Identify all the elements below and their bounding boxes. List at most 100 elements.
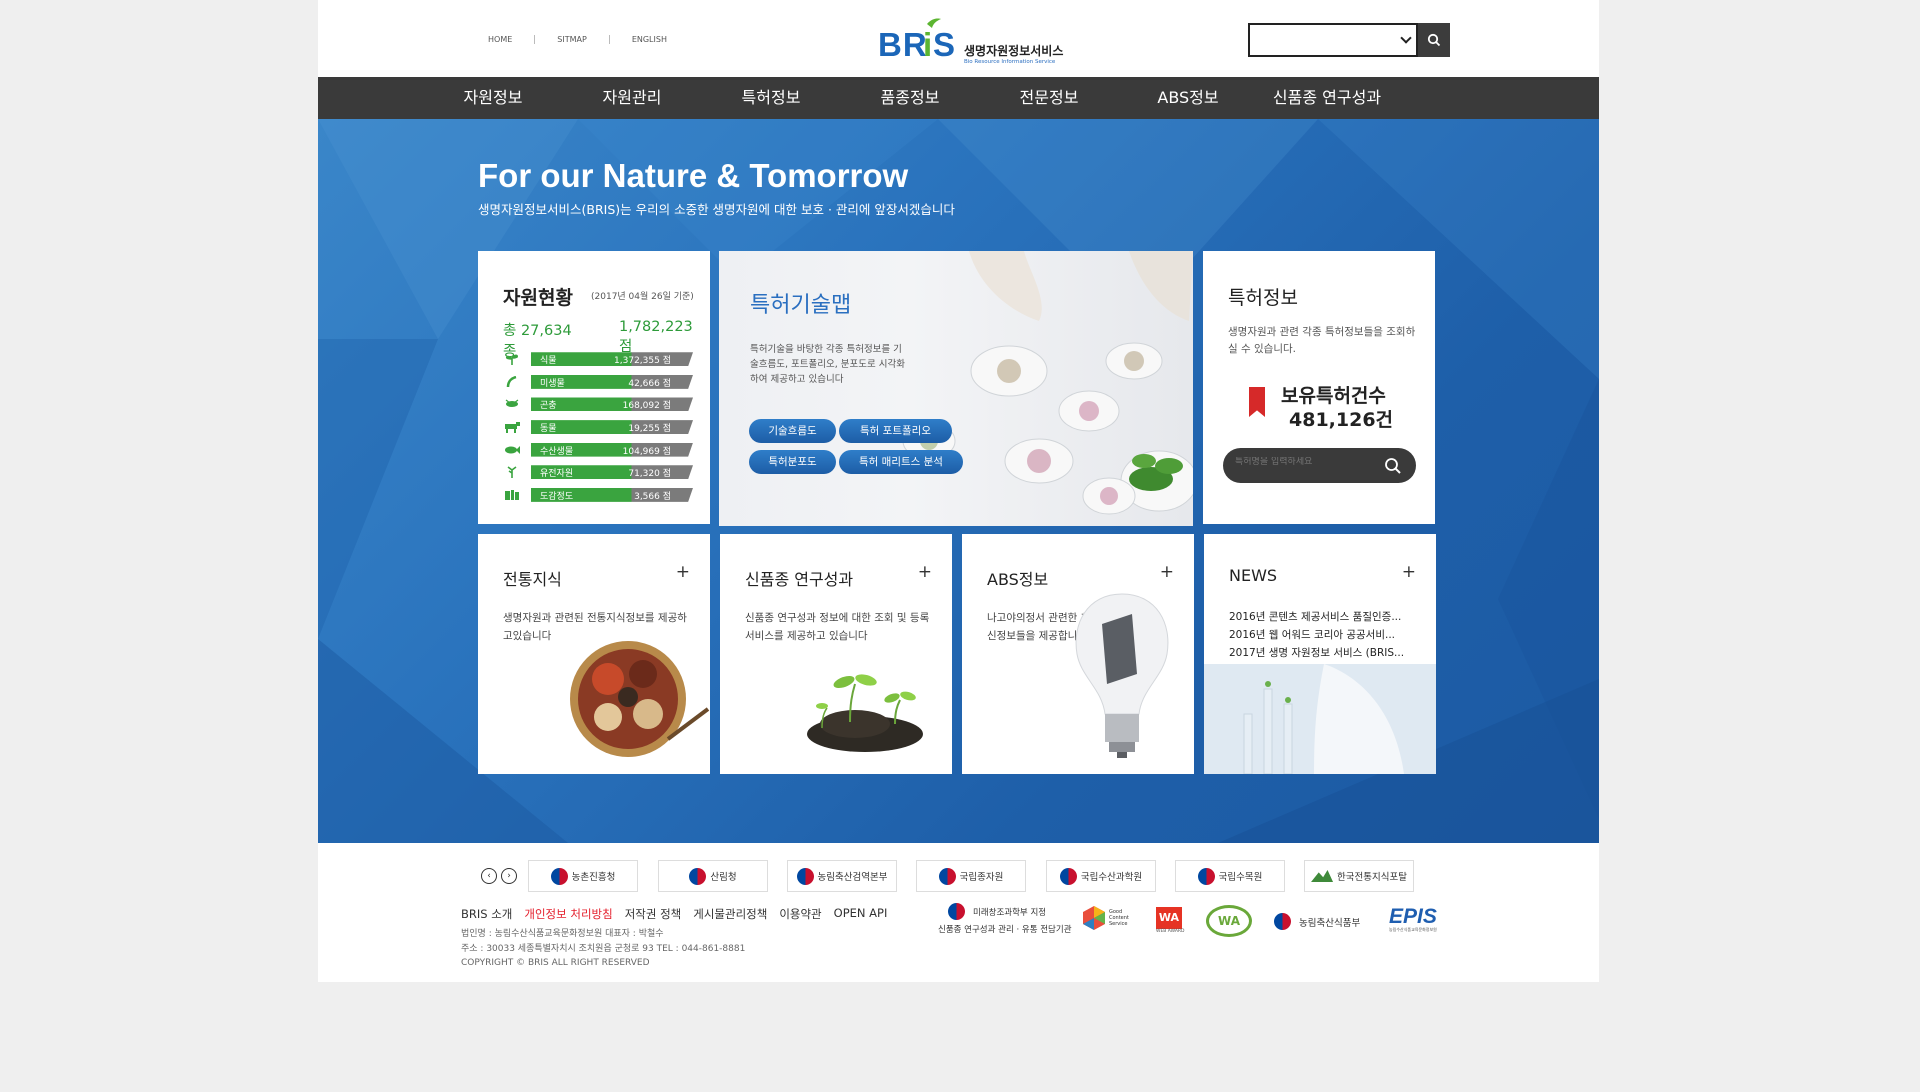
taegeuk-icon — [796, 867, 814, 885]
footer-info: 법인명 : 농림수산식품교육문화정보원 대표자 : 박철수 주소 : 30033… — [461, 927, 745, 971]
copyright-link[interactable]: 저작권 정책 — [625, 906, 682, 922]
search-button[interactable] — [1418, 23, 1450, 57]
taegeuk-icon — [1059, 867, 1077, 885]
partner-logo[interactable]: 한국전통지식포탈 — [1304, 860, 1414, 892]
patent-info-desc: 생명자원과 관련 각종 특허정보들을 조회하실 수 있습니다. — [1228, 326, 1416, 355]
taegeuk-icon — [948, 903, 965, 920]
wa-cert-badge: WA — [1206, 905, 1252, 937]
fish-icon — [503, 444, 521, 456]
main-nav: 자원정보 자원관리 특허정보 품종정보 전문정보 ABS정보 신품종 연구성과 — [318, 77, 1599, 119]
patent-count: 481,126건 — [1289, 409, 1394, 431]
patent-distribution-button[interactable]: 특허분포도 — [749, 450, 836, 474]
news-list: 2016년 콘텐츠 제공서비스 품질인증... 2016년 웹 어워드 코리아 … — [1229, 608, 1404, 662]
open-api-link[interactable]: OPEN API — [834, 906, 888, 922]
resource-label: 미생물 — [540, 378, 565, 389]
search-select[interactable] — [1248, 23, 1418, 57]
taegeuk-icon — [1274, 913, 1291, 930]
english-link[interactable]: ENGLISH — [632, 35, 667, 44]
nav-item-expert[interactable]: 전문정보 — [974, 77, 1124, 119]
plant-icon — [503, 353, 521, 366]
chevron-left-icon[interactable]: ‹ — [481, 868, 497, 884]
search-icon[interactable] — [1384, 457, 1402, 475]
list-item[interactable]: 도감정도 3,566 점 — [503, 484, 693, 507]
top-links: HOME SITMAP ENGLISH — [488, 35, 667, 44]
list-item[interactable]: 식물 1,372,355 점 — [503, 348, 693, 371]
plus-icon[interactable]: + — [676, 562, 690, 582]
list-item[interactable]: 유전자원 71,320 점 — [503, 461, 693, 484]
logo-mark: BR i S — [878, 18, 955, 63]
partner-logo[interactable]: 농림축산검역본부 — [787, 860, 897, 892]
patent-search-input[interactable] — [1235, 457, 1385, 467]
about-link[interactable]: BRIS 소개 — [461, 906, 512, 922]
svg-text:i: i — [923, 26, 933, 60]
resource-label: 동물 — [540, 424, 557, 435]
partner-logo[interactable]: 국립종자원 — [916, 860, 1026, 892]
patent-search-box — [1223, 448, 1416, 483]
abs-info-card[interactable]: ABS정보 + 나고야의정서 관련한 최신정보들을 제공합니다 — [962, 534, 1194, 774]
plus-icon[interactable]: + — [918, 562, 932, 582]
resource-value: 168,092 점 — [622, 401, 671, 412]
site-logo[interactable]: BR i S 생명자원정보서비스 Bio Resource Informatio… — [878, 18, 1063, 69]
nav-item-patent[interactable]: 특허정보 — [696, 77, 846, 119]
logo-english: Bio Resource Information Service — [964, 59, 1056, 65]
traditional-knowledge-card[interactable]: 전통지식 + 생명자원과 관련된 전통지식정보를 제공하고있습니다 — [478, 534, 710, 774]
resource-value: 19,255 점 — [628, 424, 671, 435]
new-variety-card[interactable]: 신품종 연구성과 + 신품종 연구성과 정보에 대한 조회 및 등록서비스를 제… — [720, 534, 952, 774]
card-title: ABS정보 — [987, 570, 1049, 589]
card-title: 전통지식 — [503, 570, 562, 589]
news-item[interactable]: 2016년 웹 어워드 코리아 공공서비... — [1229, 626, 1404, 644]
plus-icon[interactable]: + — [1402, 562, 1416, 582]
news-item[interactable]: 2017년 생명 자원정보 서비스 (BRIS... — [1229, 644, 1404, 662]
lab-scene-image — [1204, 664, 1436, 774]
news-card[interactable]: NEWS + 2016년 콘텐츠 제공서비스 품질인증... 2016년 웹 어… — [1204, 534, 1436, 774]
nav-item-resource-info[interactable]: 자원정보 — [418, 77, 568, 119]
partner-logo[interactable]: 농촌진흥청 — [528, 860, 638, 892]
chevron-right-icon[interactable]: › — [501, 868, 517, 884]
address-info: 주소 : 30033 세종특별자치시 조치원읍 군청로 93 TEL : 044… — [461, 943, 746, 954]
nav-item-new-variety[interactable]: 신품종 연구성과 — [1252, 77, 1402, 119]
nav-item-resource-mgmt[interactable]: 자원관리 — [557, 77, 707, 119]
copyright-text: COPYRIGHT © BRIS ALL RIGHT RESERVED — [461, 958, 650, 968]
resource-label: 식물 — [540, 356, 557, 367]
news-item[interactable]: 2016년 콘텐츠 제공서비스 품질인증... — [1229, 608, 1404, 626]
list-item[interactable]: 동물 19,255 점 — [503, 416, 693, 439]
sitemap-link[interactable]: SITMAP — [557, 35, 587, 44]
patent-map-card[interactable]: 특허기술맵 특허기술을 바탕한 각종 특허정보를 기술흐름도, 포트폴리오, 분… — [719, 251, 1193, 526]
taegeuk-icon — [938, 867, 956, 885]
taegeuk-icon — [689, 867, 707, 885]
nav-item-variety[interactable]: 품종정보 — [835, 77, 985, 119]
list-item[interactable]: 수산생물 104,969 점 — [503, 438, 693, 461]
site-container: HOME SITMAP ENGLISH BR i S 생명자원정보서비스 Bio… — [318, 0, 1599, 982]
gene-icon — [503, 466, 521, 479]
taegeuk-icon — [550, 867, 568, 885]
terms-link[interactable]: 이용약관 — [779, 906, 821, 922]
partner-logo[interactable]: 산림청 — [658, 860, 768, 892]
privacy-link[interactable]: 개인정보 처리방침 — [524, 906, 612, 922]
footer-links: BRIS 소개 개인정보 처리방침 저작권 정책 게시물관리정책 이용약관 OP… — [461, 906, 887, 922]
patent-map-desc: 특허기술을 바탕한 각종 특허정보를 기술흐름도, 포트폴리오, 분포도로 시각… — [750, 344, 905, 385]
patent-merits-button[interactable]: 특허 매리트스 분석 — [839, 450, 963, 474]
divider — [608, 35, 610, 44]
partner-logo[interactable]: 국립수목원 — [1175, 860, 1285, 892]
good-content-icon — [1083, 906, 1105, 930]
post-policy-link[interactable]: 게시물관리정책 — [693, 906, 767, 922]
taegeuk-icon — [1197, 867, 1215, 885]
list-item[interactable]: 미생물 42,666 점 — [503, 371, 693, 394]
divider — [534, 35, 536, 44]
tech-flow-button[interactable]: 기술흐름도 — [749, 419, 836, 443]
patent-count-label: 보유특허건수 — [1281, 385, 1386, 407]
partner-logo[interactable]: 국립수산과학원 — [1046, 860, 1156, 892]
home-link[interactable]: HOME — [488, 35, 512, 44]
resource-value: 42,666 점 — [628, 378, 671, 389]
resource-status-date: (2017년 04월 26일 기준) — [591, 292, 694, 302]
card-desc: 신품종 연구성과 정보에 대한 조회 및 등록서비스를 제공하고 있습니다 — [745, 612, 930, 642]
list-item[interactable]: 곤충 168,092 점 — [503, 393, 693, 416]
footer: ‹ › 농촌진흥청 산림청 농림축산검역본부 국립종자원 국립수산과학원 국립수… — [318, 843, 1599, 982]
patent-portfolio-button[interactable]: 특허 포트폴리오 — [839, 419, 952, 443]
designation-badge: 미래창조과학부 지정 신품종 연구성과 관리 · 유통 전담기관 — [938, 903, 1072, 935]
nav-item-abs[interactable]: ABS정보 — [1113, 77, 1263, 119]
plus-icon[interactable]: + — [1160, 562, 1174, 582]
resource-status-title: 자원현황 — [503, 287, 573, 309]
epis-logo: EPIS 농림수산식품교육문화정보원 — [1389, 905, 1437, 932]
hero-title: For our Nature & Tomorrow — [478, 157, 909, 194]
